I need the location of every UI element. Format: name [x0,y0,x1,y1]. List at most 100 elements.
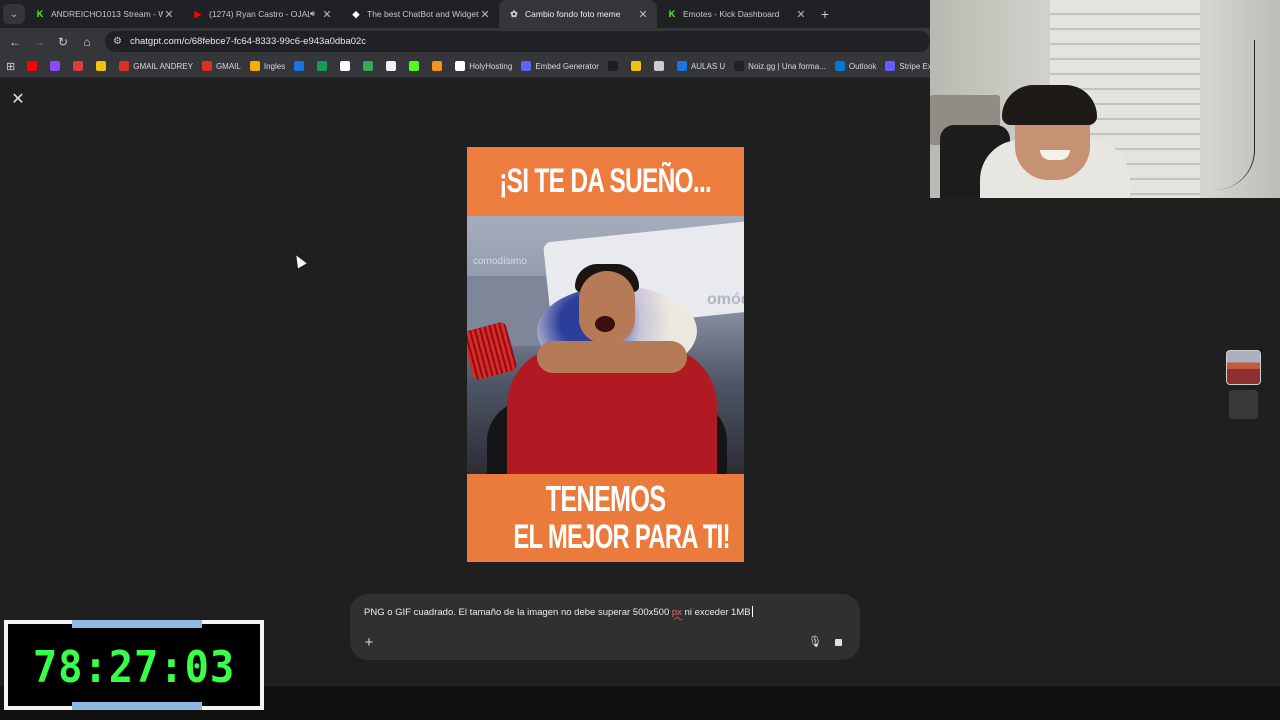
bookmark-favicon-icon [653,61,664,71]
reload-icon[interactable]: ↻ [51,35,75,49]
bookmark-label: HolyHosting [469,61,513,71]
site-info-icon[interactable]: ⚙ [113,36,122,47]
bookmark-0[interactable] [27,61,41,71]
tab-4[interactable]: K Emotes - Kick Dashboard ✕ [657,0,815,28]
bookmark-13[interactable] [432,61,446,71]
bookmark-20[interactable]: Noiz.gg | Una forma... [734,61,826,71]
bookmarks-bar: ⊞ GMAIL ANDREY GMAIL Ingles HolyHosting Embe… [0,55,930,78]
tab-close-icon[interactable]: ✕ [637,8,649,21]
tab-0[interactable]: K ANDREICHO1013 Stream - Wat ✕ [25,0,183,28]
tab-search-button[interactable]: ⌄ [3,4,25,24]
bookmark-label: Outlook [848,61,877,71]
bookmark-favicon-icon [630,61,641,71]
back-icon[interactable]: ← [3,35,27,49]
bookmark-21[interactable]: Outlook [834,61,877,71]
tab-2[interactable]: ◆ The best ChatBot and Widgets ✕ [341,0,499,28]
address-toolbar: ← → ↻ ⌂ ⚙ chatgpt.com/c/68febce7-fc64-83… [0,28,930,55]
bookmark-favicon-icon [455,61,466,71]
bookmark-6[interactable]: Ingles [249,61,285,71]
audio-playing-icon[interactable]: 🔊︎ [310,9,315,19]
tab-3[interactable]: ✿ Cambio fondo foto meme ✕ [499,0,657,28]
bookmark-1[interactable] [50,61,64,71]
stream-timer: 78:27:03 [4,620,264,710]
bookmark-favicon-icon [317,61,328,71]
bookmark-11[interactable] [386,61,400,71]
bookmark-7[interactable] [294,61,308,71]
bookmark-16[interactable] [607,61,622,71]
bookmark-4[interactable]: GMAIL ANDREY [119,61,193,71]
meme-bottom-banner: TENEMOS EL MEJOR PARA TI! [467,474,744,562]
mattress-brand-right: omódis [707,291,744,308]
meme-bottom-line1: TENEMOS [545,478,666,519]
bookmark-favicon-icon [249,61,260,71]
meme-image: ¡SI TE DA SUEÑO... comodísimo omódis TEN… [467,147,744,562]
meme-top-text: ¡SI TE DA SUEÑO... [499,162,713,200]
bookmark-favicon-icon [432,61,443,71]
tab-close-icon[interactable]: ✕ [479,8,491,21]
forward-icon[interactable]: → [27,35,51,49]
tab-close-icon[interactable]: ✕ [321,8,333,21]
home-icon[interactable]: ⌂ [75,35,99,49]
meme-bottom-line2: EL MEJOR PARA TI! [513,518,730,556]
image-thumbnail-selected[interactable] [1226,350,1261,385]
tab-title: ANDREICHO1013 Stream - Wat [51,9,163,19]
bookmark-favicon-icon [676,61,687,71]
bookmark-3[interactable] [96,61,110,71]
webcam-overlay [930,0,1280,198]
bookmark-favicon-icon [607,61,618,71]
bookmark-12[interactable] [409,61,423,71]
bookmark-9[interactable] [340,61,354,71]
tab-close-icon[interactable]: ✕ [795,8,807,21]
stop-button[interactable] [831,635,847,651]
bookmark-10[interactable] [363,61,377,71]
bookmark-label: Embed Generator [535,61,599,71]
youtube-icon: ▶ [194,9,202,19]
mouse-cursor [292,253,307,269]
bookmark-favicon-icon [386,61,397,71]
bookmark-22[interactable]: Stripe Ex [885,61,930,71]
microphone-icon[interactable]: 🎙︎ [808,635,822,648]
bookmark-5[interactable]: GMAIL [201,61,241,71]
close-icon[interactable]: ✕ [11,89,25,109]
address-input[interactable]: ⚙ chatgpt.com/c/68febce7-fc64-8333-99c6-… [105,31,930,52]
stop-icon [835,639,842,646]
image-thumbnail[interactable] [1229,390,1258,419]
bookmark-8[interactable] [317,61,331,71]
kick-icon: K [668,9,676,19]
spellcheck-word: px [671,607,682,618]
tab-close-icon[interactable]: ✕ [163,8,175,21]
bookmark-favicon-icon [27,61,38,71]
bookmark-label: GMAIL [215,61,241,71]
bookmark-favicon-icon [294,61,305,71]
bookmark-18[interactable] [653,61,668,71]
timer-value: 78:27:03 [32,642,236,693]
tab-1[interactable]: ▶ (1274) Ryan Castro - OJALÁ 🔊︎ ✕ [183,0,341,28]
new-tab-button[interactable]: + [815,6,835,22]
bookmark-favicon-icon [119,61,130,71]
kick-icon: K [36,9,44,19]
bookmark-favicon-icon [50,61,61,71]
url-text: chatgpt.com/c/68febce7-fc64-8333-99c6-e9… [129,36,367,47]
bookmark-favicon-icon [73,61,84,71]
add-attachment-icon[interactable]: + [362,634,376,651]
prompt-input[interactable]: PNG o GIF cuadrado. El tamaño de la imag… [364,606,753,618]
bookmark-14[interactable]: HolyHosting [455,61,512,71]
bookmark-label: AULAS U [690,61,726,71]
text-caret [751,606,753,617]
bookmark-19[interactable]: AULAS U [676,61,726,71]
prompt-composer[interactable]: PNG o GIF cuadrado. El tamaño de la imag… [350,594,860,660]
browser-tab-bar: ⌄ K ANDREICHO1013 Stream - Wat ✕ ▶ (1274… [0,0,930,28]
tab-title: Cambio fondo foto meme [525,9,621,19]
bookmark-label: Stripe Ex [899,61,930,71]
chatgpt-icon: ✿ [510,9,518,19]
bookmark-favicon-icon [363,61,374,71]
bookmark-favicon-icon [521,61,532,71]
bookmark-17[interactable] [630,61,645,71]
diamond-icon: ◆ [352,9,360,19]
bookmark-favicon-icon [834,61,845,71]
bookmark-label: Noiz.gg | Una forma... [748,61,826,71]
meme-photo: comodísimo omódis [467,216,744,474]
bookmark-2[interactable] [73,61,87,71]
bookmark-15[interactable]: Embed Generator [521,61,599,71]
apps-icon[interactable]: ⊞ [6,60,15,73]
